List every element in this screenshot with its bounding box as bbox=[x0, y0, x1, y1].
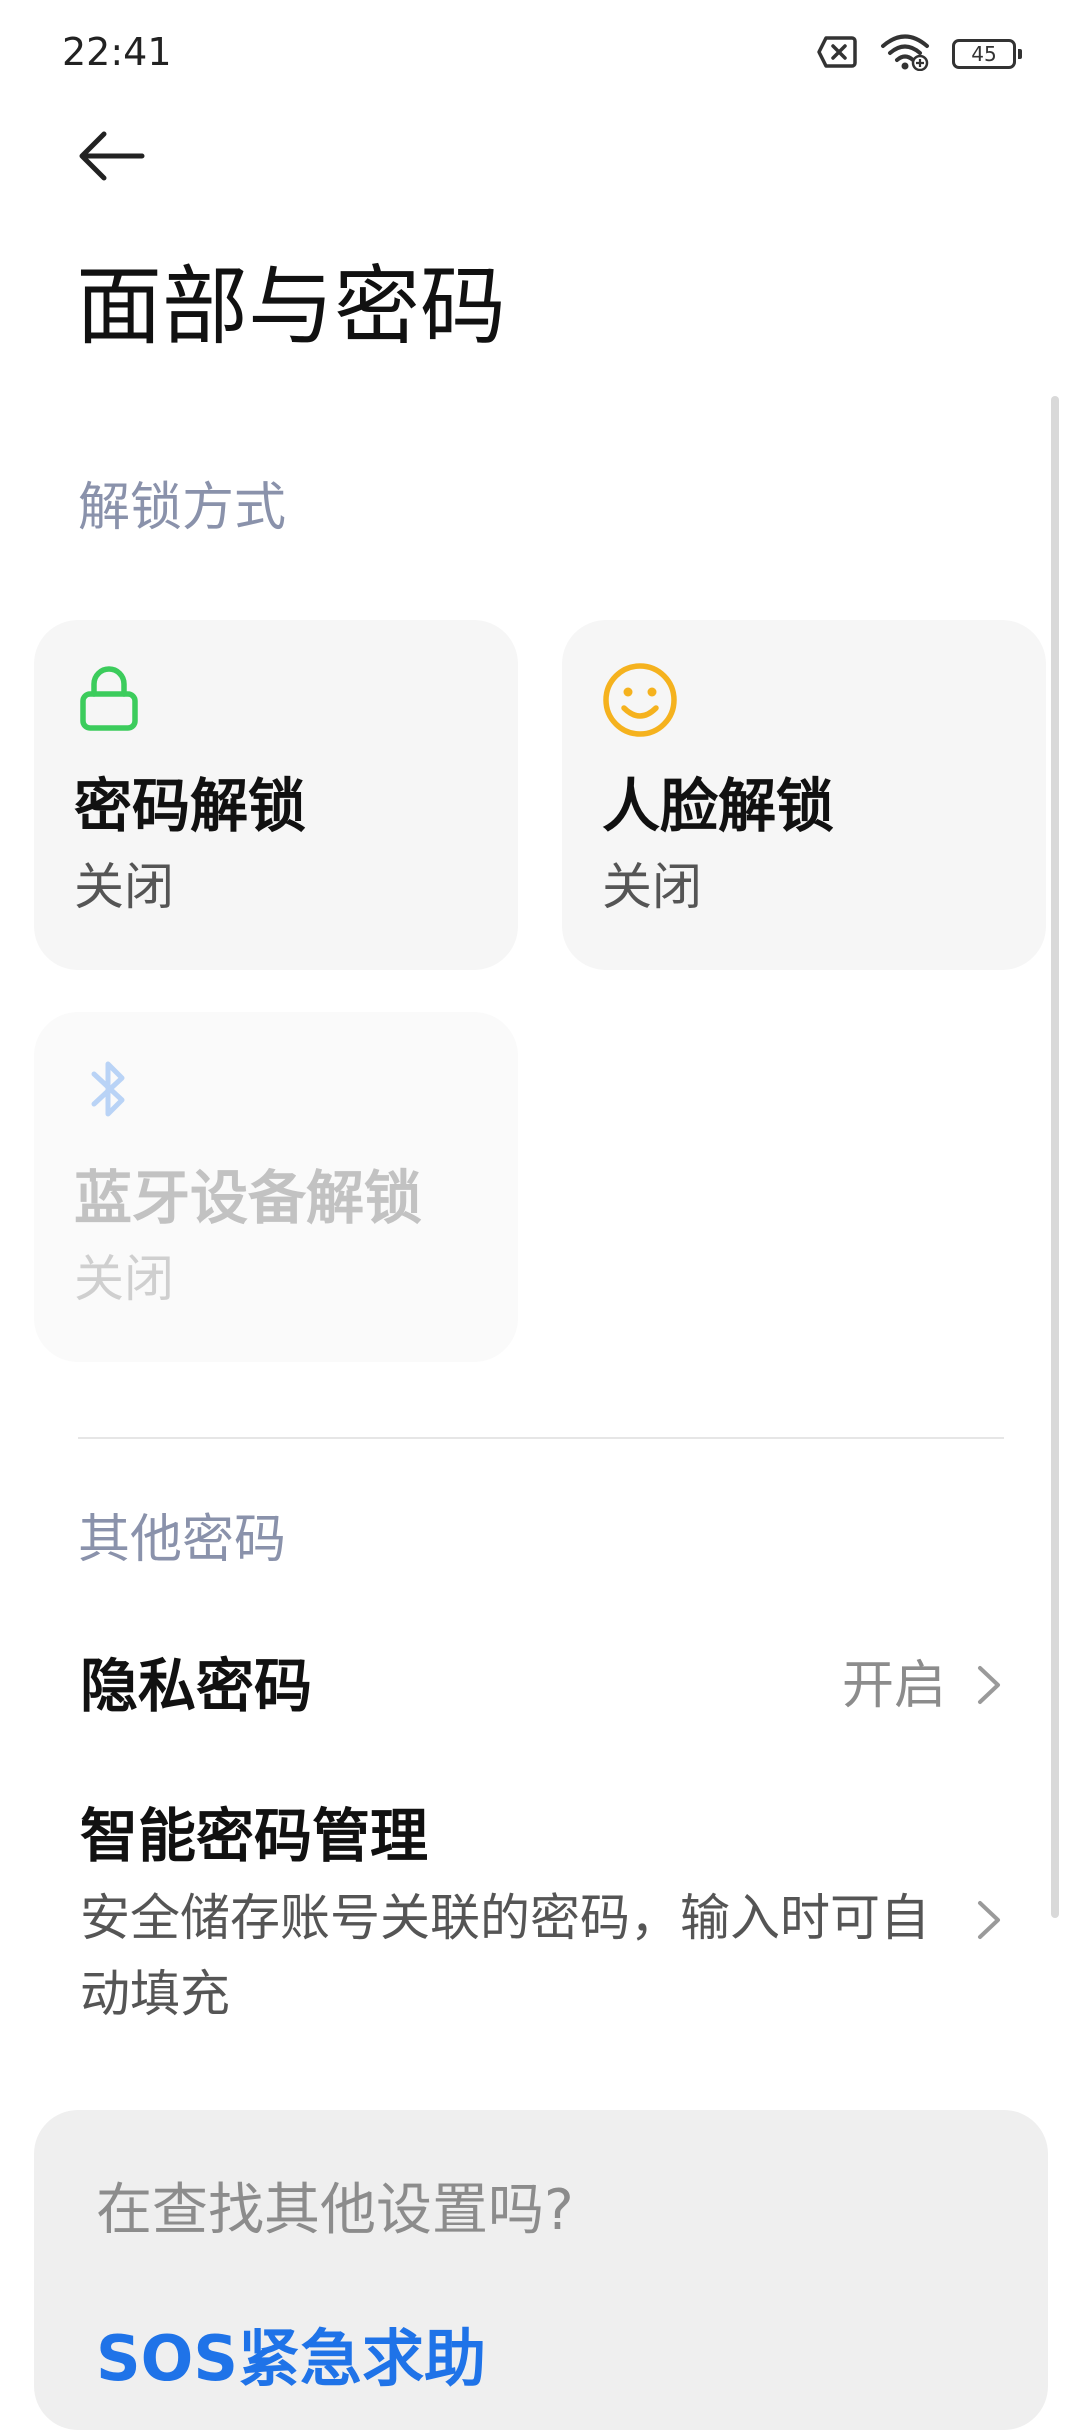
card-password-unlock[interactable]: 密码解锁 关闭 bbox=[34, 620, 518, 970]
lock-icon bbox=[74, 662, 144, 732]
divider bbox=[78, 1437, 1004, 1439]
sos-emergency-link[interactable]: SOS紧急求助 bbox=[96, 2320, 486, 2398]
status-time: 22:41 bbox=[62, 30, 172, 74]
card-title: 密码解锁 bbox=[74, 772, 307, 840]
bluetooth-icon bbox=[74, 1054, 144, 1124]
card-status: 关闭 bbox=[74, 858, 174, 916]
card-status: 关闭 bbox=[602, 858, 702, 916]
wifi-icon bbox=[880, 33, 930, 75]
back-button[interactable] bbox=[72, 118, 152, 198]
page-title: 面部与密码 bbox=[76, 257, 506, 357]
card-face-unlock[interactable]: 人脸解锁 关闭 bbox=[562, 620, 1046, 970]
list-item-value: 开启 bbox=[842, 1656, 947, 1716]
chevron-right-icon bbox=[974, 1895, 1014, 1945]
list-item-title: 智能密码管理 bbox=[80, 1802, 429, 1870]
battery-icon: 45 bbox=[952, 39, 1022, 69]
smiley-face-icon bbox=[602, 662, 677, 737]
list-item-title: 隐私密码 bbox=[80, 1652, 313, 1720]
chevron-right-icon bbox=[974, 1660, 1014, 1710]
scrollbar[interactable] bbox=[1051, 396, 1059, 1918]
suggestion-question: 在查找其他设置吗? bbox=[96, 2178, 574, 2243]
arrow-left-icon bbox=[78, 130, 146, 186]
list-item-privacy-password[interactable]: 隐私密码 开启 bbox=[0, 1620, 1040, 1750]
list-item-smart-password-manager[interactable]: 智能密码管理 安全储存账号关联的密码，输入时可自动填充 bbox=[0, 1780, 1040, 2040]
card-bluetooth-unlock: 蓝牙设备解锁 关闭 bbox=[34, 1012, 518, 1362]
section-label-other: 其他密码 bbox=[78, 1510, 287, 1570]
section-label-unlock: 解锁方式 bbox=[78, 478, 287, 538]
status-icons: 45 bbox=[816, 32, 1022, 76]
card-title: 蓝牙设备解锁 bbox=[74, 1164, 423, 1232]
sim-off-icon bbox=[816, 35, 858, 73]
suggestion-card: 在查找其他设置吗? SOS紧急求助 bbox=[34, 2110, 1048, 2430]
list-item-description: 安全储存账号关联的密码，输入时可自动填充 bbox=[80, 1889, 930, 2023]
card-title: 人脸解锁 bbox=[602, 772, 835, 840]
status-bar: 22:41 45 bbox=[0, 0, 1080, 100]
battery-level: 45 bbox=[971, 42, 997, 66]
card-status: 关闭 bbox=[74, 1250, 174, 1308]
